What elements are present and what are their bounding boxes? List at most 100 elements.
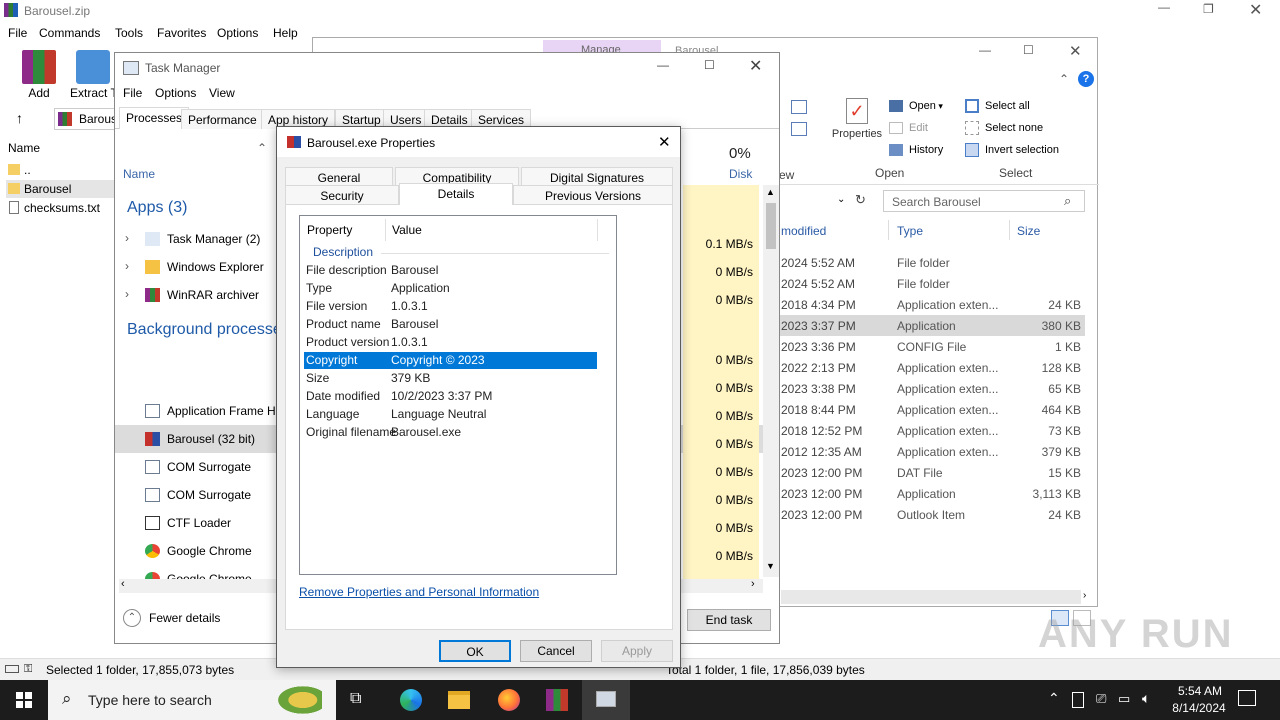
explorer-close-icon[interactable]: ✕ [1069,42,1082,60]
chevron-up-icon[interactable]: ⌃ [1048,690,1060,707]
help-icon[interactable]: ? [1078,71,1094,87]
address-dropdown-icon[interactable]: ⌄ [837,194,845,205]
file-row-parent[interactable]: .. [6,162,116,180]
apply-button[interactable]: Apply [601,640,673,662]
file-row[interactable]: 2023 3:38 PM Application exten... 65 KB [779,378,1085,399]
firefox-icon[interactable] [498,689,520,711]
tm-minimize-icon[interactable]: — [657,58,669,72]
file-row[interactable]: 2023 12:00 PM Application 3,113 KB [779,483,1085,504]
file-row[interactable]: 2023 3:37 PM Application 380 KB [779,315,1085,336]
ribbon-copy-icon[interactable] [791,100,807,114]
search-input[interactable]: Search Barousel ⌕ [883,190,1085,212]
select-all-button[interactable]: Select all [965,98,1030,116]
cancel-button[interactable]: Cancel [520,640,592,662]
col-value[interactable]: Value [392,223,422,237]
ribbon-open-button[interactable]: Open ▾ [889,98,943,116]
tm-menu-file[interactable]: File [123,83,142,103]
menu-file[interactable]: File [8,22,27,44]
file-row[interactable]: 2024 5:52 AM File folder [779,252,1085,273]
expand-chevron-icon[interactable]: › [125,287,129,301]
tm-menu-view[interactable]: View [209,83,235,103]
winrar-taskbar-icon[interactable] [546,689,568,711]
network-icon[interactable]: ⎚ [1096,691,1106,707]
edge-icon[interactable] [400,689,422,711]
taskbar-search-box[interactable]: ⌕ Type here to search [48,680,336,720]
file-row[interactable]: 2023 12:00 PM Outlook Item 24 KB [779,504,1085,525]
scroll-left-icon[interactable]: ‹ [121,578,125,590]
file-row-checksums[interactable]: checksums.txt [6,199,116,217]
ribbon-edit-button[interactable]: Edit [889,120,928,138]
property-row[interactable]: File version 1.0.3.1 [304,298,597,315]
menu-options[interactable]: Options [217,22,258,44]
file-row[interactable]: 2024 5:52 AM File folder [779,273,1085,294]
tab-processes[interactable]: Processes [119,107,190,129]
menu-help[interactable]: Help [273,22,298,44]
ribbon-move-icon[interactable] [791,122,807,136]
property-row[interactable]: Date modified 10/2/2023 3:37 PM [304,388,597,405]
tm-vscrollbar[interactable]: ▲ ▼ [763,185,779,577]
tab-details[interactable]: Details [399,183,513,205]
file-row[interactable]: 2022 2:13 PM Application exten... 128 KB [779,357,1085,378]
file-row[interactable]: 2023 3:36 PM CONFIG File 1 KB [779,336,1085,357]
property-row[interactable]: Type Application [304,280,597,297]
tm-menu-options[interactable]: Options [155,83,196,103]
tm-col-name[interactable]: Name [123,167,155,181]
explorer-maximize-icon[interactable]: ☐ [1023,43,1034,57]
remove-properties-link[interactable]: Remove Properties and Personal Informati… [299,585,539,599]
tab-performance[interactable]: Performance [181,109,264,129]
minimize-icon[interactable]: — [1158,0,1170,14]
file-explorer-icon[interactable] [448,691,470,709]
menu-favorites[interactable]: Favorites [157,22,206,44]
tab-general[interactable]: General [285,167,393,187]
add-button[interactable]: Add [18,50,60,100]
scroll-thumb[interactable] [766,203,776,249]
invert-selection-button[interactable]: Invert selection [965,142,1059,160]
col-date-modified[interactable]: modified [781,224,826,238]
col-property[interactable]: Property [307,223,352,237]
property-row[interactable]: Size 379 KB [304,370,597,387]
menu-tools[interactable]: Tools [115,22,143,44]
winrar-col-name[interactable]: Name [8,141,40,155]
tm-maximize-icon[interactable]: ☐ [704,58,715,72]
hscrollbar[interactable] [781,590,1081,604]
scroll-up-icon[interactable]: ▲ [766,187,775,197]
extract-button[interactable]: Extract T [70,50,118,100]
clock-date[interactable]: 8/14/2024 [1166,701,1232,715]
task-view-icon[interactable]: ⧉ [350,690,361,708]
file-row[interactable]: 2018 4:34 PM Application exten... 24 KB [779,294,1085,315]
expand-chevron-icon[interactable]: › [125,259,129,273]
ethernet-icon[interactable]: ▭ [1118,691,1130,707]
file-row-barousel[interactable]: Barousel [6,180,116,198]
start-button[interactable] [0,680,48,720]
property-row[interactable]: Language Language Neutral [304,406,597,423]
scroll-right-icon[interactable]: › [751,578,755,590]
file-row[interactable]: 2018 8:44 PM Application exten... 464 KB [779,399,1085,420]
tab-previous-versions[interactable]: Previous Versions [513,185,673,205]
explorer-minimize-icon[interactable]: — [979,43,991,57]
scroll-right-icon[interactable]: › [1083,590,1086,601]
expand-chevron-icon[interactable]: › [125,231,129,245]
file-row[interactable]: 2018 12:52 PM Application exten... 73 KB [779,420,1085,441]
scroll-down-icon[interactable]: ▼ [766,561,775,571]
sort-up-icon[interactable]: ⌃ [257,141,267,155]
menu-commands[interactable]: Commands [39,22,100,44]
col-type[interactable]: Type [897,224,923,238]
notifications-icon[interactable] [1238,690,1256,706]
battery-icon[interactable] [1072,692,1084,708]
volume-icon[interactable]: 🔈︎ [1142,690,1150,707]
ok-button[interactable]: OK [439,640,511,662]
file-row[interactable]: 2023 12:00 PM DAT File 15 KB [779,462,1085,483]
tab-digital-signatures[interactable]: Digital Signatures [521,167,673,187]
close-icon[interactable]: ✕ [1249,0,1262,20]
refresh-icon[interactable]: ↻ [855,192,866,208]
ribbon-collapse-icon[interactable]: ⌃ [1059,72,1069,86]
select-none-button[interactable]: Select none [965,120,1043,138]
dialog-close-icon[interactable]: ✕ [658,133,671,151]
property-row[interactable]: Product name Barousel [304,316,597,333]
property-row[interactable]: Copyright Copyright © 2023 [304,352,597,369]
tm-col-disk-label[interactable]: Disk [729,167,752,181]
tm-close-icon[interactable]: ✕ [749,56,762,76]
up-arrow-icon[interactable]: ↑ [16,110,23,126]
property-row[interactable]: File description Barousel [304,262,597,279]
task-manager-taskbar-button[interactable] [582,680,630,720]
